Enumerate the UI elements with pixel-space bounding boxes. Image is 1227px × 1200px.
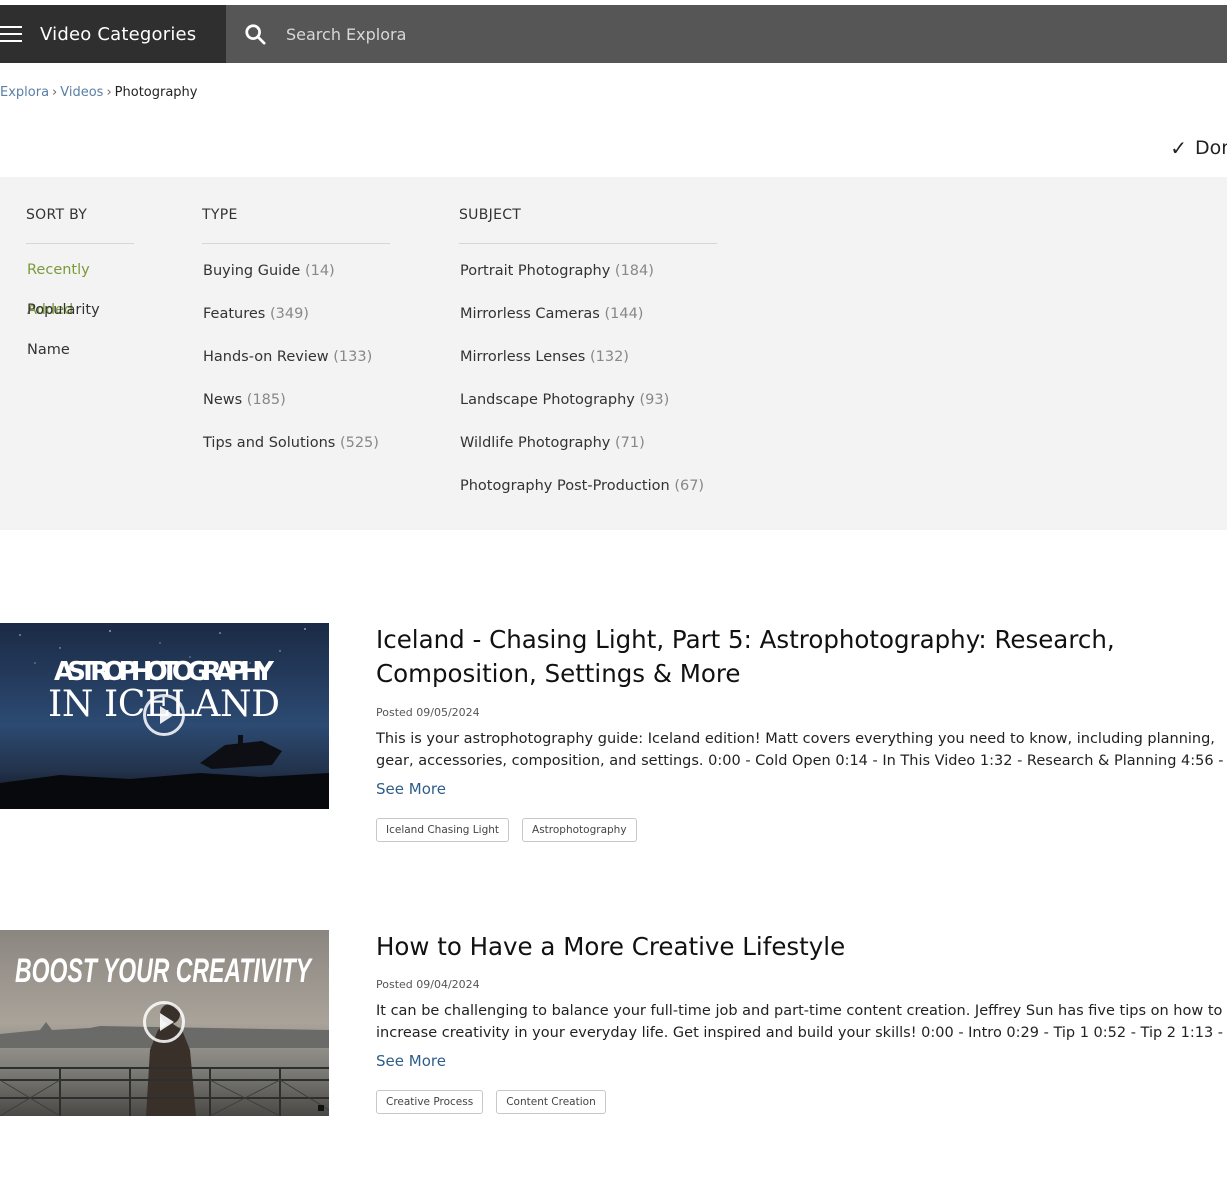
search-bar [226,5,1227,63]
subject-count: (132) [589,349,629,365]
type-label: Features [203,306,266,322]
type-heading: TYPE [202,207,390,244]
see-more-link[interactable]: See More [376,780,446,798]
subject-count: (184) [614,263,654,279]
tag[interactable]: Creative Process [376,1090,484,1114]
type-option-news[interactable]: News (185) [202,379,390,422]
breadcrumb-explora[interactable]: Explora [0,85,49,100]
tag[interactable]: Content Creation [496,1090,606,1114]
video-title[interactable]: Iceland - Chasing Light, Part 5: Astroph… [376,623,1227,691]
type-option-hands-on-review[interactable]: Hands-on Review (133) [202,336,390,379]
type-label: Tips and Solutions [203,435,336,451]
breadcrumb-current: Photography [114,85,198,100]
type-count: (133) [333,349,373,365]
subject-label: Wildlife Photography [460,435,611,451]
subject-option-photography-post-production[interactable]: Photography Post-Production (67) [459,465,717,508]
see-more-link[interactable]: See More [376,1052,446,1070]
tag-list: Iceland Chasing Light Astrophotography [376,818,1227,842]
thumbnail-title: ASTROPHOTOGRAPHY [54,657,275,687]
type-count: (525) [339,435,379,451]
subject-label: Landscape Photography [460,392,635,408]
video-info: How to Have a More Creative Lifestyle Po… [376,930,1227,1114]
sort-option-recently-added[interactable]: Recently Added [26,250,134,318]
search-icon[interactable] [244,23,266,45]
subject-label: Portrait Photography [460,263,611,279]
sort-by-heading: SORT BY [26,207,134,244]
video-categories-menu[interactable]: Video Categories [0,5,226,63]
subject-count: (71) [614,435,645,451]
sort-option-name[interactable]: Name [26,330,134,370]
video-description: It can be challenging to balance your fu… [376,1003,1224,1041]
subject-count: (67) [674,478,705,494]
subject-option-portrait-photography[interactable]: Portrait Photography (184) [459,250,717,293]
subject-option-landscape-photography[interactable]: Landscape Photography (93) [459,379,717,422]
subject-count: (144) [604,306,644,322]
filter-panel: SORT BY Recently Added Popularity Name T… [0,177,1227,530]
play-icon[interactable] [143,694,185,736]
breadcrumb-videos[interactable]: Videos [60,85,103,100]
posted-date: Posted 09/05/2024 [376,706,480,719]
done-button[interactable]: ✓ Done [1170,136,1227,160]
sort-by-column: SORT BY Recently Added Popularity Name [26,207,134,370]
breadcrumb-separator: › [52,85,58,100]
breadcrumb-separator: › [106,85,112,100]
video-title[interactable]: How to Have a More Creative Lifestyle [376,930,1227,964]
type-label: Buying Guide [203,263,301,279]
top-bar: Video Categories [0,5,1227,63]
tag-list: Creative Process Content Creation [376,1090,1227,1114]
type-option-features[interactable]: Features (349) [202,293,390,336]
menu-label: Video Categories [40,23,197,45]
subject-column: SUBJECT Portrait Photography (184) Mirro… [459,207,717,508]
tag[interactable]: Astrophotography [522,818,637,842]
type-label: Hands-on Review [203,349,329,365]
type-column: TYPE Buying Guide (14) Features (349) Ha… [202,207,390,465]
breadcrumb: Explora › Videos › Photography [0,85,198,100]
video-thumbnail[interactable]: ASTROPHOTOGRAPHY IN ICELAND [0,623,329,809]
tag[interactable]: Iceland Chasing Light [376,818,510,842]
subject-label: Photography Post-Production [460,478,670,494]
video-info: Iceland - Chasing Light, Part 5: Astroph… [376,623,1227,842]
sort-option-popularity[interactable]: Popularity [26,290,134,330]
play-icon[interactable] [143,1001,185,1043]
subject-option-wildlife-photography[interactable]: Wildlife Photography (71) [459,422,717,465]
subject-option-mirrorless-lenses[interactable]: Mirrorless Lenses (132) [459,336,717,379]
subject-count: (93) [639,392,670,408]
video-description: This is your astrophotography guide: Ice… [376,731,1224,769]
checkmark-icon: ✓ [1170,136,1187,160]
type-count: (14) [304,263,335,279]
type-count: (185) [246,392,286,408]
subject-heading: SUBJECT [459,207,717,244]
subject-label: Mirrorless Lenses [460,349,586,365]
type-option-buying-guide[interactable]: Buying Guide (14) [202,250,390,293]
posted-date: Posted 09/04/2024 [376,978,480,991]
subject-label: Mirrorless Cameras [460,306,600,322]
video-thumbnail[interactable]: BOOST YOUR CREATIVITY [0,930,329,1116]
thumbnail-title: BOOST YOUR CREATIVITY [15,952,313,990]
type-count: (349) [269,306,309,322]
search-input[interactable] [286,24,986,44]
type-label: News [203,392,243,408]
type-option-tips-and-solutions[interactable]: Tips and Solutions (525) [202,422,390,465]
done-label: Done [1195,137,1227,159]
hamburger-icon [0,26,22,42]
subject-option-mirrorless-cameras[interactable]: Mirrorless Cameras (144) [459,293,717,336]
